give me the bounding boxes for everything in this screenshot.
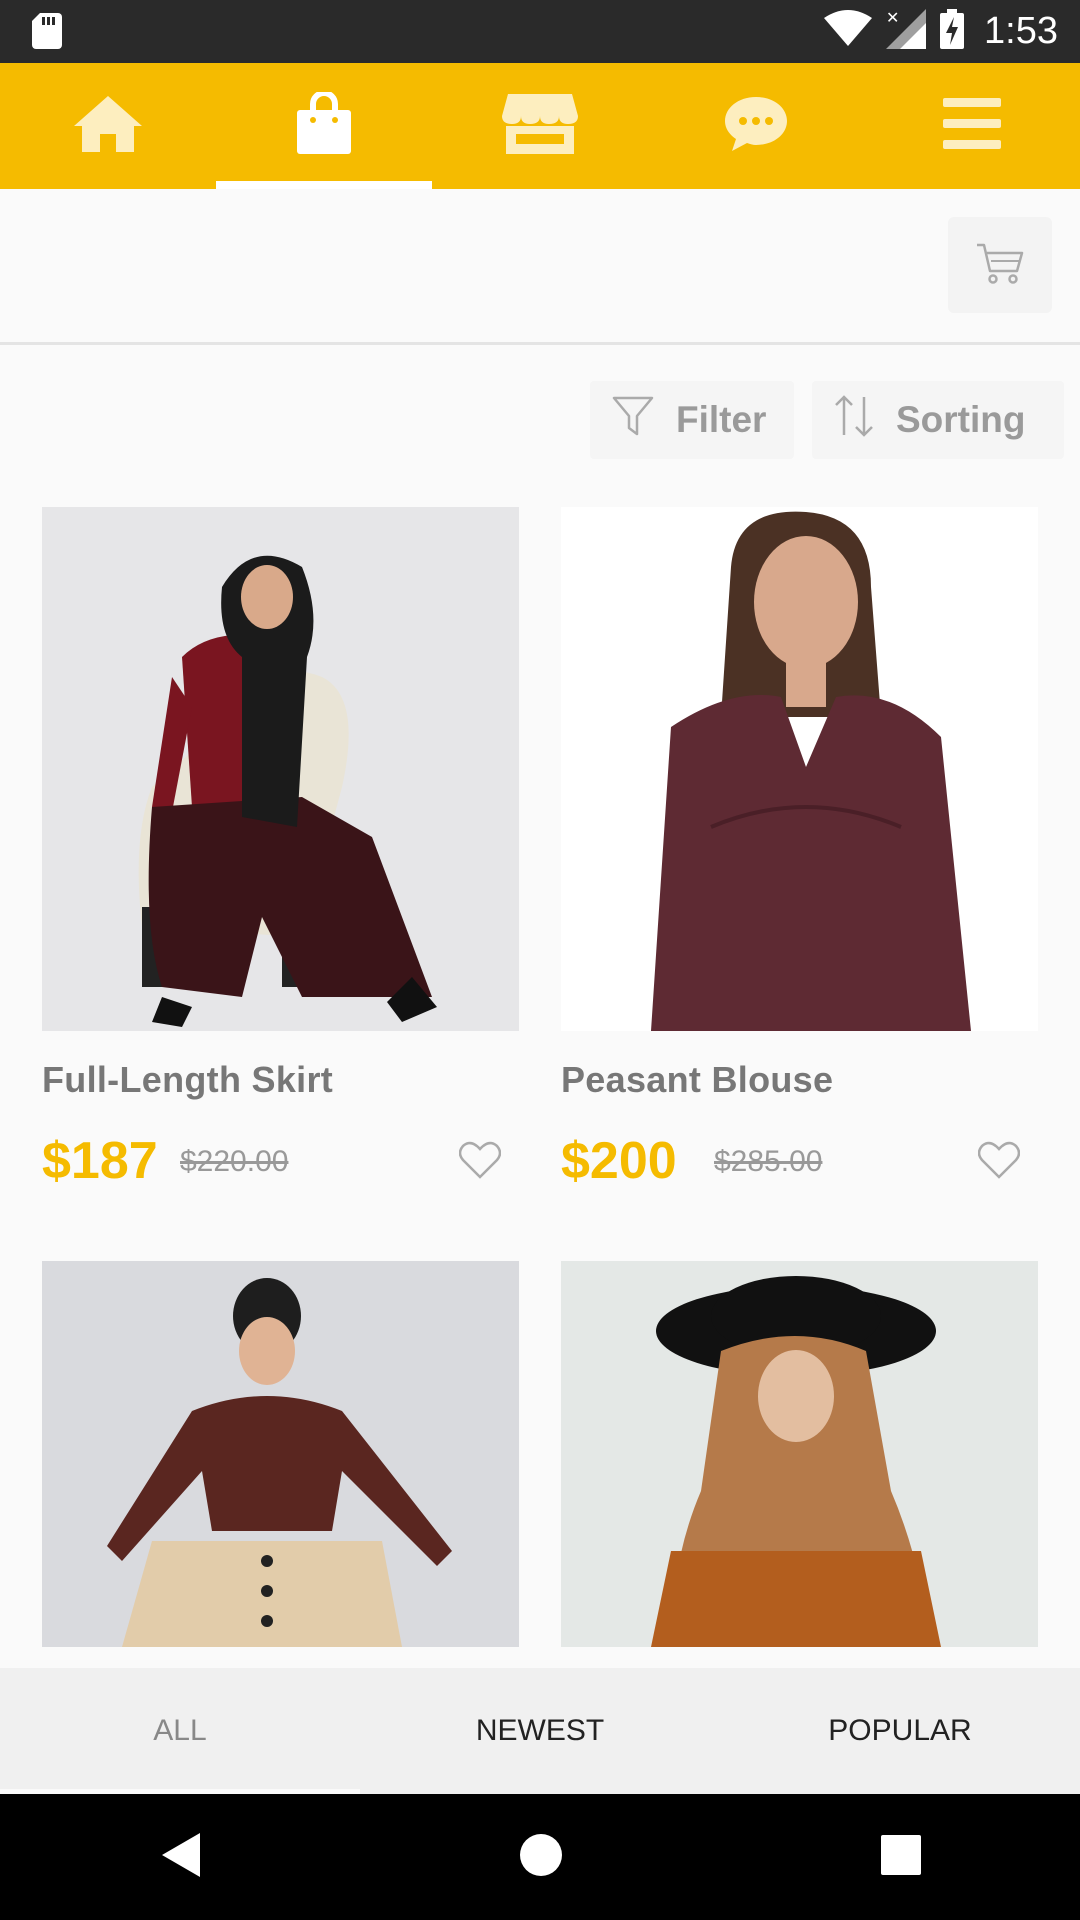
battery-charging-icon [940, 9, 965, 54]
product-card[interactable]: Peasant Blouse $200 $285.00 [561, 507, 1038, 1191]
menu-icon [943, 97, 1001, 155]
filter-icon [612, 396, 654, 445]
shopping-bag-icon [295, 89, 353, 161]
nav-menu[interactable] [864, 63, 1080, 189]
product-price: $187 [42, 1132, 158, 1190]
product-old-price: $220.00 [180, 1145, 289, 1178]
store-icon [502, 92, 578, 161]
bottom-tabs: ALL NEWEST POPULAR [0, 1668, 1080, 1794]
sd-card-icon [32, 13, 62, 54]
home-icon [72, 94, 144, 159]
tab-newest[interactable]: NEWEST [360, 1668, 720, 1794]
svg-text:✕: ✕ [886, 9, 899, 27]
filter-button[interactable]: Filter [590, 381, 794, 459]
favorite-heart-icon[interactable] [977, 1141, 1021, 1184]
product-name: Full-Length Skirt [42, 1059, 334, 1100]
product-price: $200 [561, 1132, 677, 1190]
product-image[interactable] [561, 1261, 1038, 1647]
nav-shop[interactable] [216, 63, 432, 189]
sorting-button[interactable]: Sorting [812, 381, 1064, 459]
system-nav-bar [0, 1794, 1080, 1920]
product-card[interactable]: Full-Length Skirt $187 $220.00 [42, 507, 519, 1191]
product-card[interactable] [42, 1261, 519, 1647]
wifi-icon [824, 10, 873, 53]
status-bar: ✕ 1:53 [0, 0, 1080, 63]
product-image[interactable] [42, 507, 519, 1031]
top-nav [0, 63, 1080, 189]
product-card[interactable] [561, 1261, 1038, 1647]
clock: 1:53 [984, 10, 1058, 52]
price-row: $187 $220.00 [42, 1131, 519, 1191]
product-image[interactable] [561, 507, 1038, 1031]
signal-icon: ✕ [886, 8, 927, 54]
back-icon[interactable] [158, 1831, 202, 1884]
nav-chat[interactable] [648, 63, 864, 189]
product-old-price: $285.00 [714, 1145, 823, 1178]
product-image[interactable] [42, 1261, 519, 1647]
favorite-heart-icon[interactable] [458, 1141, 502, 1184]
cart-button[interactable] [948, 217, 1052, 313]
cart-icon [975, 241, 1025, 290]
sorting-label: Sorting [896, 399, 1026, 440]
nav-store[interactable] [432, 63, 648, 189]
home-circle-icon[interactable] [519, 1833, 563, 1882]
tab-all[interactable]: ALL [0, 1668, 360, 1794]
price-row: $200 $285.00 [561, 1131, 1038, 1191]
header-area [0, 189, 1080, 345]
controls-row: Filter Sorting [0, 355, 1080, 485]
recents-square-icon[interactable] [880, 1834, 922, 1881]
chat-icon [723, 95, 789, 158]
filter-label: Filter [676, 399, 767, 440]
product-name: Peasant Blouse [561, 1059, 834, 1100]
sort-icon [834, 394, 874, 446]
tab-popular[interactable]: POPULAR [720, 1668, 1080, 1794]
nav-home[interactable] [0, 63, 216, 189]
